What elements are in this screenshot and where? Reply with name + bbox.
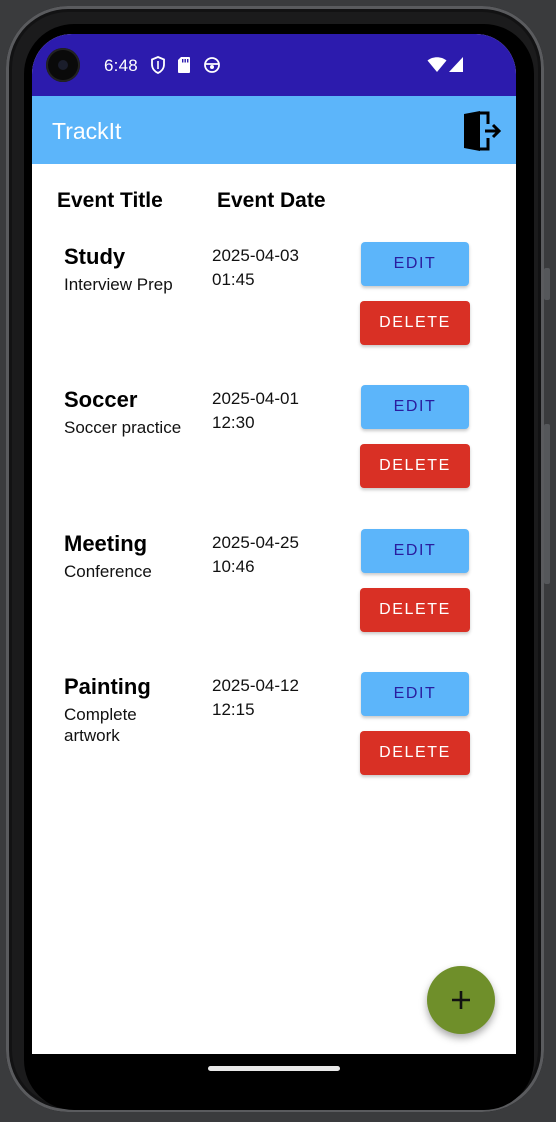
- edit-button[interactable]: EDIT: [361, 529, 469, 573]
- logout-button[interactable]: [462, 110, 502, 152]
- shield-icon: [150, 56, 166, 79]
- delete-button[interactable]: DELETE: [360, 731, 470, 775]
- event-description: Interview Prep: [64, 275, 173, 294]
- header-event-title: Event Title: [57, 189, 163, 212]
- edit-button[interactable]: EDIT: [361, 385, 469, 429]
- event-date: 2025-04-25 10:46: [212, 531, 322, 579]
- front-camera: [46, 48, 80, 82]
- event-title: Soccer: [64, 387, 138, 412]
- event-title: Study: [64, 244, 126, 269]
- event-description: Soccer practice: [64, 418, 182, 437]
- status-bar: 6:48: [32, 34, 516, 96]
- event-date-time: 12:15: [212, 700, 255, 719]
- app-bar: TrackIt: [32, 96, 516, 164]
- edit-button[interactable]: EDIT: [361, 242, 469, 286]
- event-date-day: 2025-04-01: [212, 389, 299, 408]
- event-date: 2025-04-12 12:15: [212, 674, 322, 722]
- app-title: TrackIt: [52, 118, 122, 144]
- event-row: Study Interview Prep 2025-04-03 01:45 ED…: [32, 242, 516, 384]
- event-date-time: 10:46: [212, 557, 255, 576]
- delete-button[interactable]: DELETE: [360, 444, 470, 488]
- event-date-day: 2025-04-12: [212, 676, 299, 695]
- home-indicator[interactable]: [208, 1066, 340, 1071]
- event-title: Meeting: [64, 531, 148, 556]
- signal-icon: [448, 56, 464, 78]
- event-date: 2025-04-03 01:45: [212, 244, 322, 292]
- volume-button: [544, 268, 550, 300]
- event-date-day: 2025-04-25: [212, 533, 299, 552]
- event-date-time: 12:30: [212, 413, 255, 432]
- plus-icon: [452, 991, 470, 1009]
- event-date-day: 2025-04-03: [212, 246, 299, 265]
- event-date: 2025-04-01 12:30: [212, 387, 322, 435]
- wifi-icon: [427, 56, 447, 78]
- event-title: Painting: [64, 674, 151, 699]
- status-time: 6:48: [104, 56, 138, 75]
- event-row: Soccer Soccer practice 2025-04-01 12:30 …: [32, 385, 516, 527]
- event-row: Painting Complete artwork 2025-04-12 12:…: [32, 672, 516, 814]
- event-row: Meeting Conference 2025-04-25 10:46 EDIT…: [32, 529, 516, 671]
- circle-status-icon: [203, 56, 221, 79]
- delete-button[interactable]: DELETE: [360, 588, 470, 632]
- power-button: [544, 424, 550, 584]
- delete-button[interactable]: DELETE: [360, 301, 470, 345]
- header-event-date: Event Date: [217, 189, 326, 212]
- sd-card-icon: [177, 56, 191, 79]
- edit-button[interactable]: EDIT: [361, 672, 469, 716]
- add-event-fab[interactable]: [427, 966, 495, 1034]
- logout-door-icon: [464, 111, 502, 151]
- event-description: Complete artwork: [64, 705, 137, 745]
- app-screen: 6:48 TrackIt Event Title Event Date Stud…: [32, 34, 516, 1054]
- event-date-time: 01:45: [212, 270, 255, 289]
- event-description: Conference: [64, 562, 152, 581]
